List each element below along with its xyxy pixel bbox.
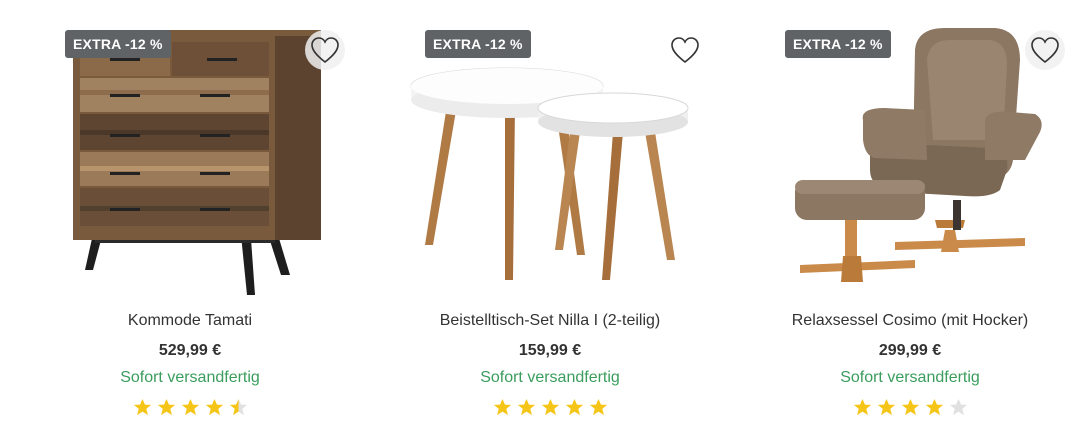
star-filled-icon bbox=[565, 398, 583, 416]
product-card[interactable]: EXTRA -12 % Relaxsessel Cosimo (mit Hock… bbox=[745, 0, 1075, 448]
star-filled-icon bbox=[493, 398, 511, 416]
star-filled-icon bbox=[133, 398, 151, 416]
star-empty-icon bbox=[949, 398, 967, 416]
star-filled-icon bbox=[541, 398, 559, 416]
availability-status: Sofort versandfertig bbox=[120, 369, 260, 386]
star-filled-icon bbox=[181, 398, 199, 416]
availability-status: Sofort versandfertig bbox=[480, 369, 620, 386]
product-card[interactable]: EXTRA -12 % Beistelltisch-Set Nilla I (2… bbox=[385, 0, 715, 448]
product-title[interactable]: Kommode Tamati bbox=[25, 312, 355, 330]
wishlist-button[interactable] bbox=[305, 30, 345, 70]
product-card[interactable]: EXTRA -12 % Kommode Tamati 529,99 € Sofo… bbox=[25, 0, 355, 448]
heart-outline-icon bbox=[311, 37, 339, 64]
product-price: 529,99 € bbox=[158, 342, 222, 359]
wishlist-button[interactable] bbox=[1025, 30, 1065, 70]
wishlist-button[interactable] bbox=[665, 30, 705, 70]
availability-status: Sofort versandfertig bbox=[840, 369, 980, 386]
star-half-icon bbox=[229, 398, 247, 416]
star-filled-icon bbox=[901, 398, 919, 416]
heart-outline-icon bbox=[1031, 37, 1059, 64]
rating-stars bbox=[385, 398, 715, 417]
rating-stars bbox=[745, 398, 1075, 417]
product-title[interactable]: Beistelltisch-Set Nilla I (2-teilig) bbox=[385, 312, 715, 330]
star-filled-icon bbox=[589, 398, 607, 416]
discount-badge: EXTRA -12 % bbox=[65, 30, 171, 58]
product-title[interactable]: Relaxsessel Cosimo (mit Hocker) bbox=[745, 312, 1075, 330]
product-image-recliner[interactable] bbox=[745, 20, 1075, 300]
star-filled-icon bbox=[157, 398, 175, 416]
heart-outline-icon bbox=[671, 37, 699, 64]
rating-stars bbox=[25, 398, 355, 417]
discount-badge: EXTRA -12 % bbox=[425, 30, 531, 58]
product-image-side-tables[interactable] bbox=[385, 20, 715, 300]
star-filled-icon bbox=[877, 398, 895, 416]
product-price: 299,99 € bbox=[878, 342, 942, 359]
discount-badge: EXTRA -12 % bbox=[785, 30, 891, 58]
product-image-dresser[interactable] bbox=[25, 20, 355, 300]
star-filled-icon bbox=[925, 398, 943, 416]
star-filled-icon bbox=[205, 398, 223, 416]
product-price: 159,99 € bbox=[518, 342, 582, 359]
star-filled-icon bbox=[853, 398, 871, 416]
star-filled-icon bbox=[517, 398, 535, 416]
